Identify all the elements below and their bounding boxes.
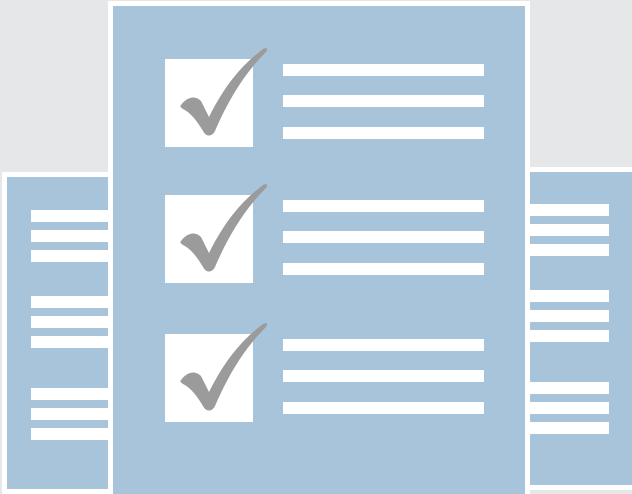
text-line <box>528 290 609 302</box>
checkbox <box>165 323 268 422</box>
text-line <box>283 263 484 275</box>
text-line <box>528 244 609 256</box>
text-line <box>283 200 484 212</box>
checkmark-icon <box>180 48 268 136</box>
text-line <box>283 370 484 382</box>
checkmark-icon <box>180 323 268 411</box>
text-line <box>283 231 484 243</box>
text-line <box>283 95 484 107</box>
text-line <box>283 64 484 76</box>
checkmark-icon <box>180 184 268 272</box>
text-line <box>528 402 609 414</box>
text-line <box>528 422 609 434</box>
text-line <box>528 224 609 236</box>
text-line <box>283 127 484 139</box>
checkbox <box>165 184 268 283</box>
text-line <box>528 330 609 342</box>
checklist-document-icon <box>108 1 530 494</box>
text-line <box>283 339 484 351</box>
left-document-icon <box>2 172 121 494</box>
checkbox <box>165 48 268 147</box>
text-line <box>528 204 609 216</box>
text-line <box>528 310 609 322</box>
text-line <box>528 382 609 394</box>
text-line <box>283 402 484 414</box>
right-document-icon <box>520 167 632 490</box>
